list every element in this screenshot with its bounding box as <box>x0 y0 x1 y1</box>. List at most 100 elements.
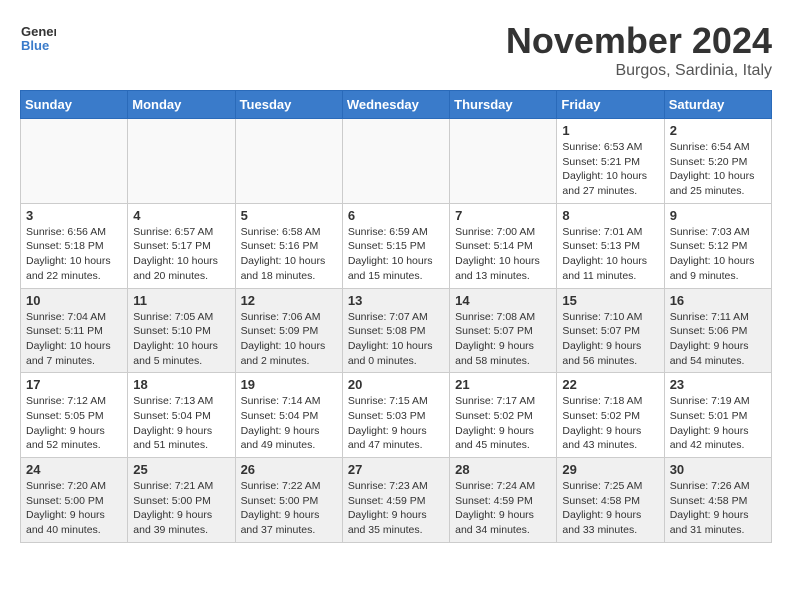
day-number: 6 <box>348 208 444 223</box>
day-info: Sunrise: 7:03 AM Sunset: 5:12 PM Dayligh… <box>670 225 766 284</box>
header-sunday: Sunday <box>21 91 128 119</box>
logo: General Blue <box>20 20 56 56</box>
day-number: 8 <box>562 208 658 223</box>
day-number: 23 <box>670 377 766 392</box>
day-number: 1 <box>562 123 658 138</box>
day-info: Sunrise: 6:54 AM Sunset: 5:20 PM Dayligh… <box>670 140 766 199</box>
day-info: Sunrise: 7:05 AM Sunset: 5:10 PM Dayligh… <box>133 310 229 369</box>
day-info: Sunrise: 7:13 AM Sunset: 5:04 PM Dayligh… <box>133 394 229 453</box>
day-number: 28 <box>455 462 551 477</box>
day-cell: 23 Sunrise: 7:19 AM Sunset: 5:01 PM Dayli… <box>664 373 771 458</box>
day-cell: 28 Sunrise: 7:24 AM Sunset: 4:59 PM Dayli… <box>450 458 557 543</box>
day-number: 26 <box>241 462 337 477</box>
day-info: Sunrise: 7:06 AM Sunset: 5:09 PM Dayligh… <box>241 310 337 369</box>
day-info: Sunrise: 6:56 AM Sunset: 5:18 PM Dayligh… <box>26 225 122 284</box>
day-cell: 4 Sunrise: 6:57 AM Sunset: 5:17 PM Daylig… <box>128 203 235 288</box>
day-info: Sunrise: 6:57 AM Sunset: 5:17 PM Dayligh… <box>133 225 229 284</box>
day-info: Sunrise: 7:21 AM Sunset: 5:00 PM Dayligh… <box>133 479 229 538</box>
day-cell <box>342 119 449 204</box>
day-info: Sunrise: 7:07 AM Sunset: 5:08 PM Dayligh… <box>348 310 444 369</box>
day-info: Sunrise: 6:59 AM Sunset: 5:15 PM Dayligh… <box>348 225 444 284</box>
day-number: 27 <box>348 462 444 477</box>
day-number: 25 <box>133 462 229 477</box>
day-number: 29 <box>562 462 658 477</box>
day-number: 30 <box>670 462 766 477</box>
day-number: 24 <box>26 462 122 477</box>
day-info: Sunrise: 7:25 AM Sunset: 4:58 PM Dayligh… <box>562 479 658 538</box>
day-cell <box>21 119 128 204</box>
day-cell: 17 Sunrise: 7:12 AM Sunset: 5:05 PM Dayli… <box>21 373 128 458</box>
svg-text:Blue: Blue <box>21 38 49 53</box>
day-info: Sunrise: 7:18 AM Sunset: 5:02 PM Dayligh… <box>562 394 658 453</box>
day-number: 13 <box>348 293 444 308</box>
day-number: 11 <box>133 293 229 308</box>
day-cell: 20Sunrise: 7:15 AM Sunset: 5:03 PM Dayli… <box>342 373 449 458</box>
header-monday: Monday <box>128 91 235 119</box>
day-number: 12 <box>241 293 337 308</box>
day-info: Sunrise: 7:04 AM Sunset: 5:11 PM Dayligh… <box>26 310 122 369</box>
day-cell: 25 Sunrise: 7:21 AM Sunset: 5:00 PM Dayli… <box>128 458 235 543</box>
day-number: 9 <box>670 208 766 223</box>
week-row-2: 10 Sunrise: 7:04 AM Sunset: 5:11 PM Dayli… <box>21 288 772 373</box>
day-info: Sunrise: 7:17 AM Sunset: 5:02 PM Dayligh… <box>455 394 551 453</box>
week-row-0: 1Sunrise: 6:53 AM Sunset: 5:21 PM Daylig… <box>21 119 772 204</box>
day-info: Sunrise: 7:11 AM Sunset: 5:06 PM Dayligh… <box>670 310 766 369</box>
calendar-table: SundayMondayTuesdayWednesdayThursdayFrid… <box>20 90 772 543</box>
day-number: 10 <box>26 293 122 308</box>
day-cell: 2 Sunrise: 6:54 AM Sunset: 5:20 PM Daylig… <box>664 119 771 204</box>
header-tuesday: Tuesday <box>235 91 342 119</box>
day-info: Sunrise: 7:00 AM Sunset: 5:14 PM Dayligh… <box>455 225 551 284</box>
location-title: Burgos, Sardinia, Italy <box>506 62 772 80</box>
header-thursday: Thursday <box>450 91 557 119</box>
day-info: Sunrise: 7:19 AM Sunset: 5:01 PM Dayligh… <box>670 394 766 453</box>
day-cell: 27Sunrise: 7:23 AM Sunset: 4:59 PM Dayli… <box>342 458 449 543</box>
week-row-3: 17 Sunrise: 7:12 AM Sunset: 5:05 PM Dayli… <box>21 373 772 458</box>
day-cell: 15Sunrise: 7:10 AM Sunset: 5:07 PM Dayli… <box>557 288 664 373</box>
day-cell: 14 Sunrise: 7:08 AM Sunset: 5:07 PM Dayli… <box>450 288 557 373</box>
day-cell: 29 Sunrise: 7:25 AM Sunset: 4:58 PM Dayli… <box>557 458 664 543</box>
day-number: 14 <box>455 293 551 308</box>
day-number: 17 <box>26 377 122 392</box>
day-cell: 24Sunrise: 7:20 AM Sunset: 5:00 PM Dayli… <box>21 458 128 543</box>
page-header: General Blue November 2024 Burgos, Sardi… <box>20 20 772 80</box>
day-cell: 18Sunrise: 7:13 AM Sunset: 5:04 PM Dayli… <box>128 373 235 458</box>
day-info: Sunrise: 7:22 AM Sunset: 5:00 PM Dayligh… <box>241 479 337 538</box>
day-cell: 19 Sunrise: 7:14 AM Sunset: 5:04 PM Dayli… <box>235 373 342 458</box>
day-cell: 9 Sunrise: 7:03 AM Sunset: 5:12 PM Daylig… <box>664 203 771 288</box>
day-cell: 22Sunrise: 7:18 AM Sunset: 5:02 PM Dayli… <box>557 373 664 458</box>
day-info: Sunrise: 7:14 AM Sunset: 5:04 PM Dayligh… <box>241 394 337 453</box>
week-row-1: 3 Sunrise: 6:56 AM Sunset: 5:18 PM Daylig… <box>21 203 772 288</box>
day-cell: 8Sunrise: 7:01 AM Sunset: 5:13 PM Daylig… <box>557 203 664 288</box>
day-cell: 30 Sunrise: 7:26 AM Sunset: 4:58 PM Dayli… <box>664 458 771 543</box>
day-info: Sunrise: 6:58 AM Sunset: 5:16 PM Dayligh… <box>241 225 337 284</box>
header-friday: Friday <box>557 91 664 119</box>
day-cell: 12 Sunrise: 7:06 AM Sunset: 5:09 PM Dayli… <box>235 288 342 373</box>
day-number: 3 <box>26 208 122 223</box>
title-area: November 2024 Burgos, Sardinia, Italy <box>506 20 772 80</box>
day-number: 4 <box>133 208 229 223</box>
header-saturday: Saturday <box>664 91 771 119</box>
day-number: 20 <box>348 377 444 392</box>
day-info: Sunrise: 7:24 AM Sunset: 4:59 PM Dayligh… <box>455 479 551 538</box>
day-number: 5 <box>241 208 337 223</box>
day-cell: 26 Sunrise: 7:22 AM Sunset: 5:00 PM Dayli… <box>235 458 342 543</box>
day-info: Sunrise: 7:08 AM Sunset: 5:07 PM Dayligh… <box>455 310 551 369</box>
day-cell: 5 Sunrise: 6:58 AM Sunset: 5:16 PM Daylig… <box>235 203 342 288</box>
logo-icon: General Blue <box>20 20 56 56</box>
day-number: 2 <box>670 123 766 138</box>
day-cell: 11 Sunrise: 7:05 AM Sunset: 5:10 PM Dayli… <box>128 288 235 373</box>
day-number: 19 <box>241 377 337 392</box>
day-info: Sunrise: 7:26 AM Sunset: 4:58 PM Dayligh… <box>670 479 766 538</box>
header-wednesday: Wednesday <box>342 91 449 119</box>
day-info: Sunrise: 7:12 AM Sunset: 5:05 PM Dayligh… <box>26 394 122 453</box>
day-cell <box>128 119 235 204</box>
month-title: November 2024 <box>506 20 772 62</box>
svg-text:General: General <box>21 24 56 39</box>
day-info: Sunrise: 7:10 AM Sunset: 5:07 PM Dayligh… <box>562 310 658 369</box>
day-number: 7 <box>455 208 551 223</box>
day-cell <box>235 119 342 204</box>
day-cell: 6 Sunrise: 6:59 AM Sunset: 5:15 PM Daylig… <box>342 203 449 288</box>
day-cell <box>450 119 557 204</box>
day-cell: 21Sunrise: 7:17 AM Sunset: 5:02 PM Dayli… <box>450 373 557 458</box>
day-number: 16 <box>670 293 766 308</box>
